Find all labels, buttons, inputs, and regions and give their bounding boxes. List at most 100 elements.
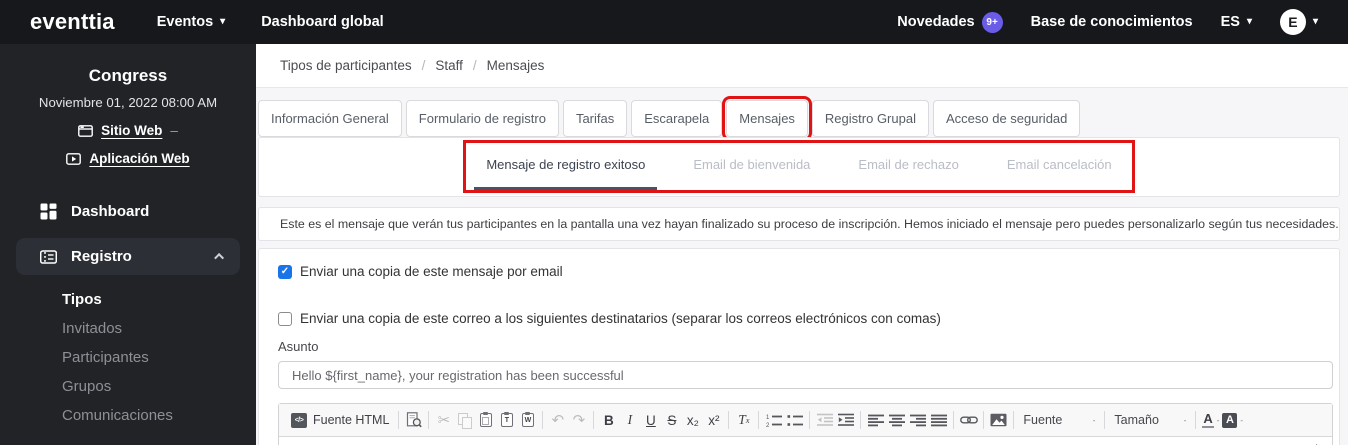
cut-button[interactable]: ✂	[433, 408, 454, 432]
eventtia-logo[interactable]: eventtia	[30, 9, 115, 35]
strikethrough-button[interactable]: S	[661, 408, 682, 432]
recipients-checkbox[interactable]	[278, 311, 292, 326]
rich-text-editor: </> Fuente HTML ✂ T W ↶ ↷ B I U S x₂ x² …	[278, 403, 1333, 445]
font-dropdown[interactable]: Fuente -	[1018, 413, 1100, 427]
font-dropdown-label: Fuente	[1023, 413, 1063, 427]
image-icon	[990, 413, 1007, 427]
sidebar-item-dashboard[interactable]: Dashboard	[0, 192, 256, 230]
nav-novedades[interactable]: Novedades 9+	[897, 11, 1003, 33]
check-icon: ✓	[280, 266, 290, 277]
link-button[interactable]	[958, 408, 979, 432]
novedades-count-badge: 9+	[981, 11, 1003, 33]
preview-icon	[406, 412, 422, 428]
align-center-icon	[888, 414, 905, 426]
breadcrumb-tipos-de-participantes[interactable]: Tipos de participantes	[280, 58, 412, 73]
align-center-button[interactable]	[886, 408, 907, 432]
italic-button[interactable]: I	[619, 408, 640, 432]
sidebar-subitem-tipos[interactable]: Tipos	[0, 285, 256, 314]
cut-icon: ✂	[437, 411, 451, 429]
image-button[interactable]	[988, 408, 1009, 432]
align-right-button[interactable]	[907, 408, 928, 432]
nav-eventos[interactable]: Eventos ▾	[157, 14, 225, 30]
breadcrumb-mensajes: Mensajes	[486, 58, 545, 73]
sidebar: Congress Noviembre 01, 2022 08:00 AM Sit…	[0, 44, 256, 445]
subtab-email-de-rechazo[interactable]: Email de rechazo	[846, 143, 970, 190]
recipients-label: Enviar una copia de este correo a los si…	[300, 311, 941, 326]
info-message-text: Este es el mensaje que verán tus partici…	[280, 217, 1339, 231]
chevron-down-icon: ▾	[1246, 16, 1252, 27]
align-left-button[interactable]	[865, 408, 886, 432]
bullet-list-button[interactable]	[784, 408, 805, 432]
user-menu[interactable]: E ▾	[1279, 9, 1318, 35]
paste-word-button[interactable]: W	[517, 408, 538, 432]
subject-label: Asunto	[278, 339, 319, 354]
preview-button[interactable]	[403, 408, 424, 432]
sidebar-subitem-participantes[interactable]: Participantes	[0, 343, 256, 372]
undo-button[interactable]: ↶	[547, 408, 568, 432]
subtab-mensaje-de-registro-exitoso[interactable]: Mensaje de registro exitoso	[474, 143, 658, 190]
toolbar-divider	[398, 411, 400, 429]
indent-button[interactable]	[835, 408, 856, 432]
background-color-button[interactable]: A -	[1221, 408, 1244, 432]
toolbar-divider	[1013, 411, 1015, 429]
breadcrumb-staff[interactable]: Staff	[435, 58, 463, 73]
outdent-button[interactable]	[814, 408, 835, 432]
sidebar-subitem-comunicaciones[interactable]: Comunicaciones	[0, 401, 256, 430]
copy-email-checkbox-row: ✓ Enviar una copia de este mensaje por e…	[278, 264, 1331, 279]
subtab-email-de-bienvenida[interactable]: Email de bienvenida	[681, 143, 822, 190]
tab-mensajes[interactable]: Mensajes	[722, 96, 812, 141]
toolbar-divider	[983, 411, 985, 429]
source-button[interactable]: </> Fuente HTML	[286, 412, 394, 428]
breadcrumb-separator: /	[472, 58, 477, 73]
tab-tarifas[interactable]: Tarifas	[562, 100, 628, 137]
web-app-play-icon	[66, 152, 82, 165]
redo-button[interactable]: ↷	[568, 408, 589, 432]
paste-button[interactable]	[475, 408, 496, 432]
language-selector[interactable]: ES ▾	[1221, 14, 1252, 30]
message-form: ✓ Enviar una copia de este mensaje por e…	[258, 248, 1340, 445]
copy-email-label: Enviar una copia de este mensaje por ema…	[300, 264, 563, 279]
sidebar-subitem-grupos[interactable]: Grupos	[0, 372, 256, 401]
subscript-button[interactable]: x₂	[682, 408, 703, 432]
numbered-list-button[interactable]: 12	[763, 408, 784, 432]
copy-button[interactable]	[454, 408, 475, 432]
paste-text-button[interactable]: T	[496, 408, 517, 432]
mensajes-subtab-panel: Mensaje de registro exitoso Email de bie…	[258, 137, 1340, 197]
tab-escarapela[interactable]: Escarapela	[631, 100, 723, 137]
browser-window-icon	[78, 124, 94, 137]
copy-icon	[458, 413, 473, 429]
editor-content-area[interactable]: ▲	[279, 437, 1332, 445]
subject-input-value: Hello ${first_name}, your registration h…	[292, 367, 624, 383]
paste-as-text-icon: T	[500, 412, 513, 427]
bullet-list-icon	[787, 414, 803, 426]
copy-email-checkbox[interactable]: ✓	[278, 264, 292, 279]
sitio-web-link[interactable]: Sitio Web –	[0, 123, 256, 138]
decrease-indent-icon	[816, 413, 833, 426]
event-datetime: Noviembre 01, 2022 08:00 AM	[38, 95, 218, 110]
bold-button[interactable]: B	[598, 408, 619, 432]
chevron-down-icon: -	[1240, 415, 1244, 425]
subject-input[interactable]: Hello ${first_name}, your registration h…	[278, 361, 1333, 389]
underline-button[interactable]: U	[640, 408, 661, 432]
sidebar-subitem-invitados[interactable]: Invitados	[0, 314, 256, 343]
nav-dashboard-global[interactable]: Dashboard global	[261, 14, 383, 30]
toolbar-divider	[860, 411, 862, 429]
tab-registro-grupal[interactable]: Registro Grupal	[811, 100, 929, 137]
subtab-email-cancelacion[interactable]: Email cancelación	[995, 143, 1124, 190]
undo-icon: ↶	[551, 411, 565, 429]
aplicacion-web-link[interactable]: Aplicación Web	[0, 151, 256, 166]
remove-format-button[interactable]: Tx	[733, 408, 754, 432]
size-dropdown-label: Tamaño	[1114, 413, 1159, 427]
sidebar-item-registro[interactable]: Registro	[16, 238, 240, 275]
size-dropdown[interactable]: Tamaño -	[1109, 413, 1191, 427]
nav-base-conocimientos[interactable]: Base de conocimientos	[1031, 14, 1193, 30]
toolbar-collapse-button[interactable]: ▲	[1312, 441, 1321, 445]
tab-acceso-de-seguridad[interactable]: Acceso de seguridad	[932, 100, 1081, 137]
aplicacion-web-label: Aplicación Web	[89, 151, 190, 166]
justify-button[interactable]	[928, 408, 949, 432]
text-color-button[interactable]: A -	[1200, 408, 1221, 432]
superscript-button[interactable]: x²	[703, 408, 724, 432]
background-color-icon: A	[1222, 412, 1238, 428]
tab-informacion-general[interactable]: Información General	[258, 100, 402, 137]
tab-formulario-de-registro[interactable]: Formulario de registro	[405, 100, 559, 137]
